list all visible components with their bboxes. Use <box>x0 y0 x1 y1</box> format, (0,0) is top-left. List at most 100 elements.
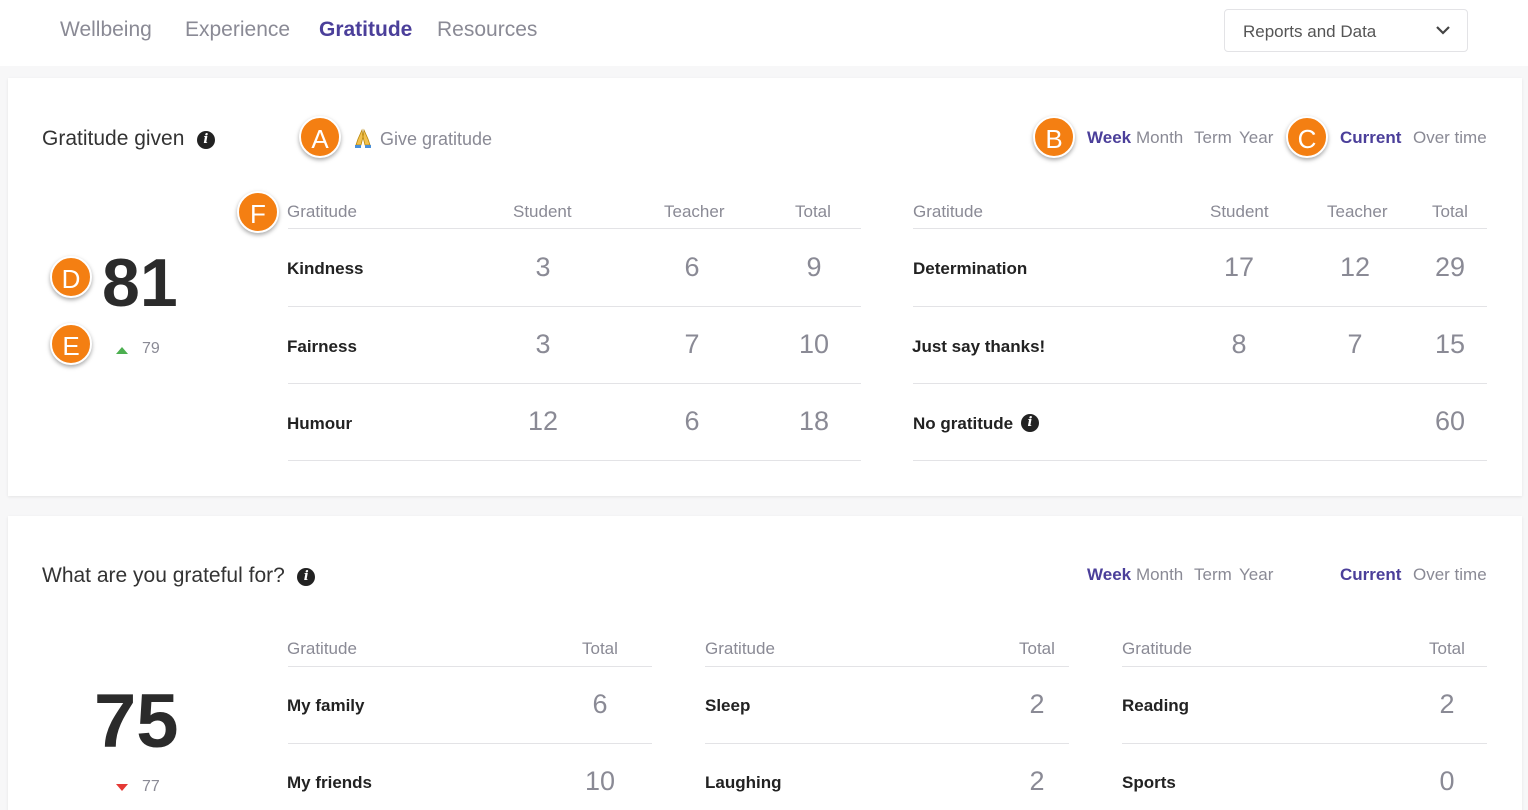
tab-gratitude[interactable]: Gratitude <box>319 18 412 42</box>
row-label-fairness: Fairness <box>287 337 357 356</box>
annotation-badge-d: D <box>50 256 92 298</box>
grateful-for-card: What are you grateful for? i Week Month … <box>8 516 1522 810</box>
mode-current[interactable]: Current <box>1340 128 1401 148</box>
header-total: Total <box>1429 639 1465 658</box>
reports-dropdown-label: Reports and Data <box>1243 22 1377 41</box>
divider <box>913 228 1487 229</box>
grateful-for-total: 75 <box>94 679 179 764</box>
chevron-down-icon <box>1436 26 1450 35</box>
gratitude-given-header: Gratitude given i <box>42 127 215 151</box>
header-total: Total <box>1019 639 1055 658</box>
row-label-my-family: My family <box>287 696 365 715</box>
cell-total: 6 <box>592 689 608 719</box>
header-gratitude: Gratitude <box>287 202 357 221</box>
period-week[interactable]: Week <box>1087 565 1131 585</box>
tab-wellbeing[interactable]: Wellbeing <box>60 18 152 42</box>
reports-dropdown[interactable]: Reports and Data <box>1224 9 1468 52</box>
cell-student: 8 <box>1231 329 1247 359</box>
give-gratitude-label: Give gratitude <box>380 129 493 149</box>
header-teacher: Teacher <box>1327 202 1388 221</box>
period-month[interactable]: Month <box>1136 565 1183 585</box>
previous-total: 79 <box>142 340 160 357</box>
cell-teacher: 7 <box>684 329 700 359</box>
give-gratitude-button[interactable]: Give gratitude <box>352 127 492 150</box>
row-label-sleep: Sleep <box>705 696 751 715</box>
mode-over-time[interactable]: Over time <box>1413 565 1487 585</box>
cell-teacher: 6 <box>684 406 700 436</box>
row-label-my-friends: My friends <box>287 773 373 792</box>
period-month[interactable]: Month <box>1136 128 1183 148</box>
info-icon[interactable]: i <box>1021 414 1039 432</box>
cell-total: 29 <box>1434 252 1466 282</box>
gratitude-given-total: 81 <box>102 245 178 321</box>
cell-student: 3 <box>535 252 551 282</box>
header-student: Student <box>513 202 572 221</box>
cell-total: 10 <box>584 766 616 796</box>
cell-total: 2 <box>1439 689 1455 719</box>
cell-student: 3 <box>535 329 551 359</box>
divider <box>913 306 1487 307</box>
annotation-badge-e: E <box>50 323 92 365</box>
grateful-for-header: What are you grateful for? i <box>42 564 316 588</box>
row-label-humour: Humour <box>287 414 353 433</box>
top-navigation: Wellbeing Experience Gratitude Resources… <box>0 0 1528 66</box>
header-total: Total <box>795 202 831 221</box>
period-year[interactable]: Year <box>1239 565 1273 585</box>
cell-teacher: 12 <box>1339 252 1371 282</box>
annotation-badge-f: F <box>237 191 279 233</box>
header-gratitude: Gratitude <box>705 639 775 658</box>
mode-current[interactable]: Current <box>1340 565 1401 585</box>
card-title: What are you grateful for? <box>42 564 285 587</box>
header-gratitude: Gratitude <box>913 202 983 221</box>
info-icon[interactable]: i <box>297 568 316 586</box>
divider <box>288 460 861 461</box>
divider <box>288 743 652 744</box>
divider <box>288 383 861 384</box>
header-total: Total <box>1432 202 1468 221</box>
period-term[interactable]: Term <box>1194 128 1232 148</box>
cell-total: 9 <box>806 252 822 282</box>
divider <box>1122 743 1487 744</box>
row-label-determination: Determination <box>913 259 1028 278</box>
tab-resources[interactable]: Resources <box>437 18 537 42</box>
divider <box>1122 666 1487 667</box>
period-week[interactable]: Week <box>1087 128 1131 148</box>
divider <box>288 228 861 229</box>
cell-total: 2 <box>1029 689 1045 719</box>
cell-total: 0 <box>1439 766 1455 796</box>
cell-total: 18 <box>798 406 830 436</box>
period-term[interactable]: Term <box>1194 565 1232 585</box>
row-label-sports: Sports <box>1122 773 1176 792</box>
divider <box>288 666 652 667</box>
annotation-badge-a: A <box>299 116 341 158</box>
divider <box>288 306 861 307</box>
trend-down-icon <box>116 784 128 791</box>
header-gratitude: Gratitude <box>287 639 357 658</box>
previous-total: 77 <box>142 778 160 795</box>
row-label-laughing: Laughing <box>705 773 782 792</box>
card-title: Gratitude given <box>42 127 185 150</box>
header-student: Student <box>1210 202 1269 221</box>
divider <box>705 666 1069 667</box>
praying-hands-icon <box>355 128 371 148</box>
cell-total: 15 <box>1434 329 1466 359</box>
info-icon[interactable]: i <box>196 131 215 149</box>
cell-total: 10 <box>798 329 830 359</box>
row-label-no-gratitude: No gratitude <box>913 414 1014 433</box>
divider <box>705 743 1069 744</box>
row-label-kindness: Kindness <box>287 259 364 278</box>
annotation-badge-b: B <box>1033 116 1075 158</box>
annotation-badge-c: C <box>1286 116 1328 158</box>
header-total: Total <box>582 639 618 658</box>
divider <box>913 383 1487 384</box>
cell-total: 60 <box>1434 406 1466 436</box>
tab-experience[interactable]: Experience <box>185 18 290 42</box>
mode-over-time[interactable]: Over time <box>1413 128 1487 148</box>
cell-total: 2 <box>1029 766 1045 796</box>
cell-student: 12 <box>527 406 559 436</box>
divider <box>913 460 1487 461</box>
cell-teacher: 6 <box>684 252 700 282</box>
cell-teacher: 7 <box>1347 329 1363 359</box>
period-year[interactable]: Year <box>1239 128 1273 148</box>
header-gratitude: Gratitude <box>1122 639 1192 658</box>
